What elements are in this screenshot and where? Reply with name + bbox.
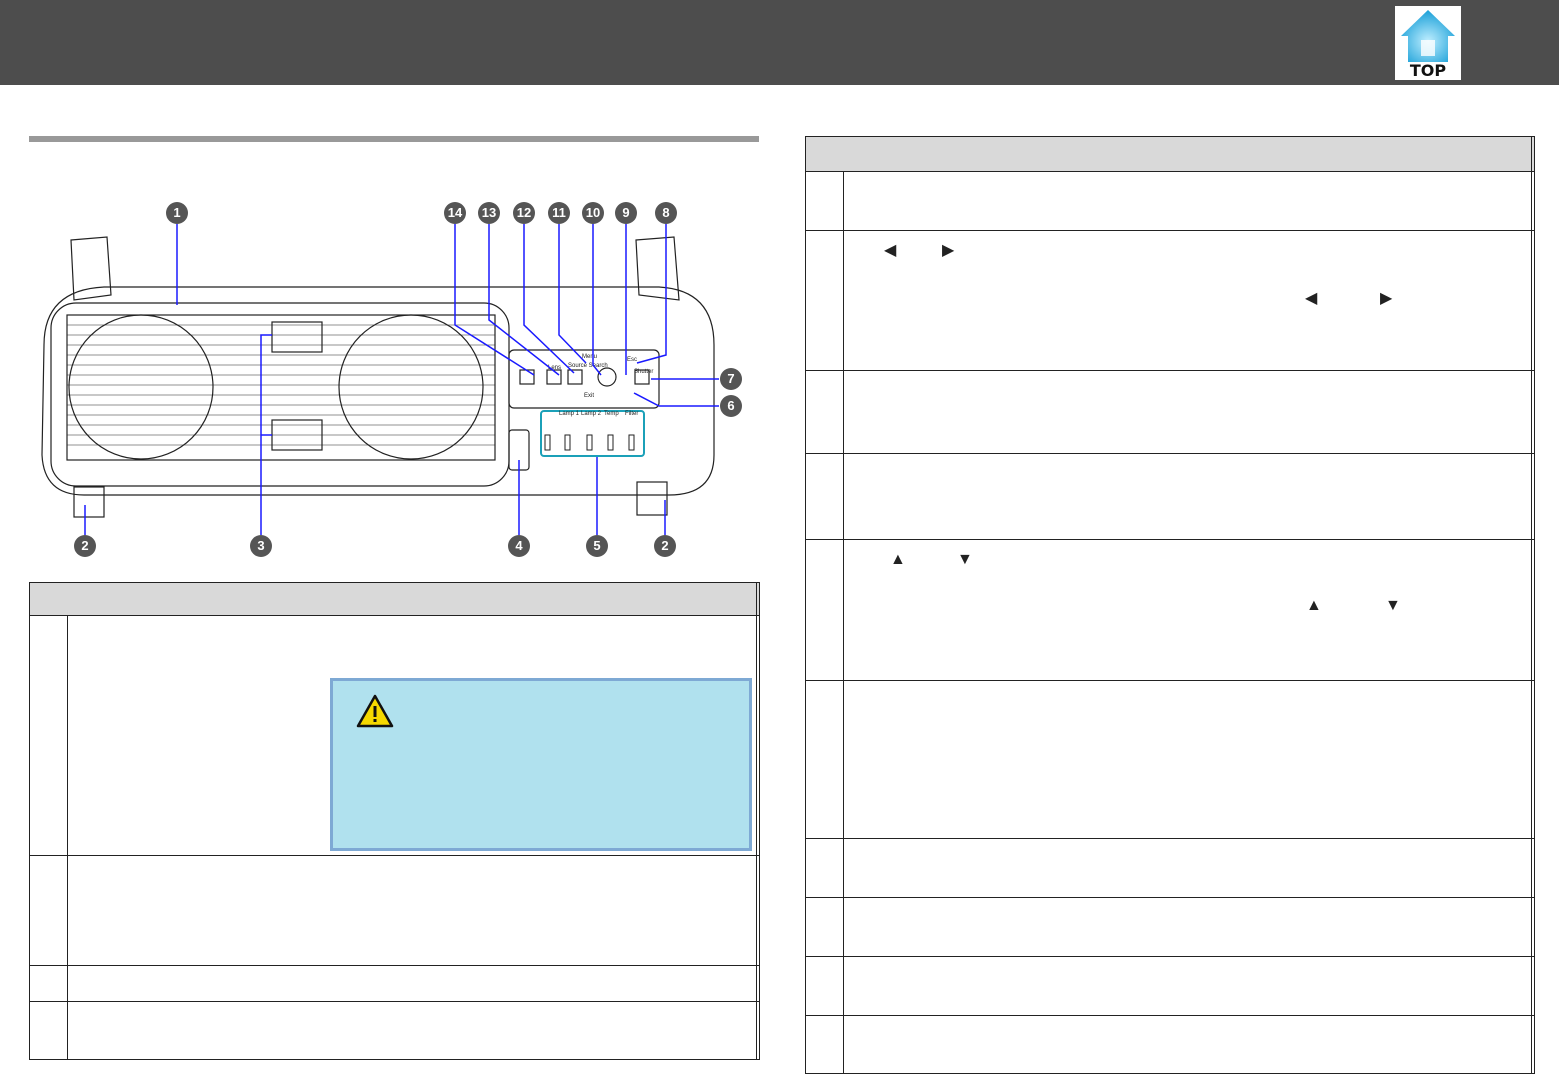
table-row [805, 680, 1536, 839]
callout-6: 6 [720, 395, 742, 417]
table-header-name [29, 582, 757, 616]
callout-12: 12 [513, 202, 535, 224]
callout-lines [84, 224, 719, 535]
esc-label: Esc [627, 357, 637, 363]
table-row [29, 855, 761, 966]
lamp2-label: Lamp 2 [581, 411, 602, 417]
callout-2b: 2 [654, 535, 676, 557]
callout-9: 9 [615, 202, 637, 224]
caution-box [330, 678, 752, 851]
left-arrow-icon: ◀ [1305, 290, 1318, 307]
grille [67, 324, 495, 446]
callout-10: 10 [582, 202, 604, 224]
table-row [805, 171, 1536, 231]
top-label: TOP [1409, 61, 1447, 80]
table-row [805, 1015, 1536, 1074]
temp-label: Temp [604, 411, 619, 417]
callout-14: 14 [444, 202, 466, 224]
table-row [29, 1001, 761, 1060]
source-search-label: Source Search [568, 363, 608, 369]
right-arrow-icon: ▶ [1380, 290, 1393, 307]
callout-11: 11 [548, 202, 570, 224]
callout-13: 13 [478, 202, 500, 224]
callout-3: 3 [250, 535, 272, 557]
exit-label: Exit [584, 393, 594, 399]
table-row [805, 539, 1536, 681]
lamp1-label: Lamp 1 [559, 411, 580, 417]
table-row [29, 965, 761, 1002]
up-arrow-icon: ▲ [1306, 597, 1322, 614]
table-row [805, 453, 1536, 540]
table-row [805, 838, 1536, 898]
callout-4: 4 [508, 535, 530, 557]
callout-2: 2 [74, 535, 96, 557]
callout-7: 7 [720, 368, 742, 390]
callout-5: 5 [586, 535, 608, 557]
top-link-button[interactable]: TOP [1395, 6, 1461, 80]
table-row [805, 230, 1536, 371]
down-arrow-icon: ▼ [1385, 597, 1401, 614]
down-arrow-icon: ▼ [957, 551, 973, 568]
left-arrow-icon: ◀ [884, 242, 897, 259]
table-header-function [1530, 136, 1536, 172]
header-bar [0, 0, 1559, 85]
warning-icon [356, 694, 394, 728]
table-header-function [755, 582, 761, 616]
menu-label: Menu [582, 354, 597, 360]
table-row [805, 897, 1536, 957]
callout-1: 1 [166, 202, 188, 224]
table-header-name [805, 136, 1532, 172]
right-parts-table [805, 136, 1536, 1074]
indicator-lamps [544, 434, 635, 451]
table-row [805, 956, 1536, 1016]
section-rule [29, 136, 759, 142]
right-arrow-icon: ▶ [942, 242, 955, 259]
callout-8: 8 [655, 202, 677, 224]
table-row [805, 370, 1536, 454]
house-icon [1401, 10, 1455, 62]
shutter-label: Shutter [634, 369, 653, 375]
filter-label: Filter [625, 411, 638, 417]
up-arrow-icon: ▲ [890, 551, 906, 568]
projector-front-diagram: Lens Source Search Menu Esc Shutter Exit… [29, 195, 759, 565]
